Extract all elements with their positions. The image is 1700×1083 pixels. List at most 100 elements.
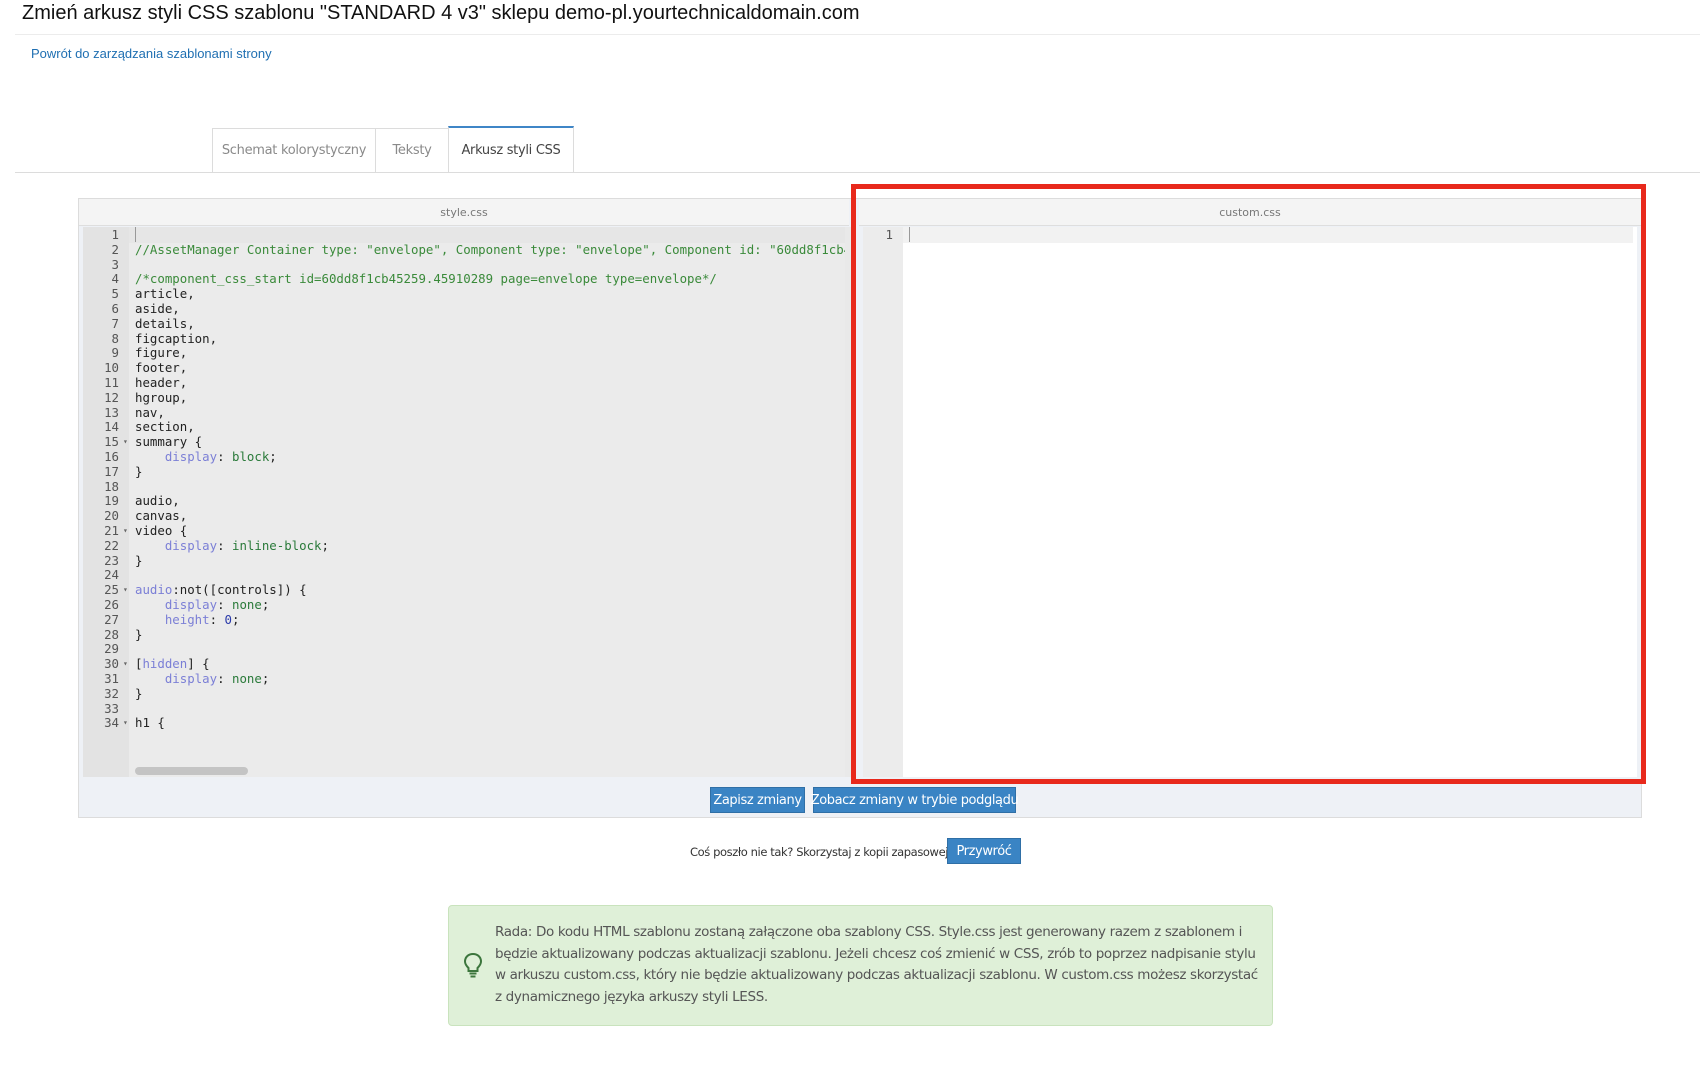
line-number: 8 (111, 330, 119, 346)
code-line: 25 ▾ audio:not([controls]) { (83, 582, 845, 598)
code-text: summary { (135, 434, 203, 450)
code-line: 16 display: block; (83, 449, 845, 465)
line-number: 26 (104, 597, 119, 612)
line-number: 3 (111, 256, 119, 272)
save-button[interactable]: Zapisz zmiany (710, 787, 805, 813)
custom-css-gutter (863, 227, 903, 777)
code-line: 6 aside, (83, 301, 845, 317)
code-line: 20 canvas, (83, 508, 845, 524)
code-line: 15 ▾ summary { (83, 434, 845, 450)
lightbulb-icon (463, 952, 483, 978)
page-title: Zmień arkusz styli CSS szablonu "STANDAR… (22, 2, 860, 24)
code-text: display: none; (164, 597, 270, 612)
code-line: 13 nav, (83, 405, 845, 421)
line-number: 34 (104, 715, 119, 731)
line-number: 32 (104, 685, 119, 701)
code-text: h1 { (135, 715, 165, 731)
code-line: 14 section, (83, 419, 845, 435)
fold-toggle-icon[interactable]: ▾ (123, 523, 131, 539)
title-divider (15, 34, 1700, 35)
code-text: header, (135, 375, 188, 390)
code-text: audio:not([controls]) { (135, 582, 307, 598)
line-number: 18 (104, 478, 119, 494)
code-line: 12 hgroup, (83, 390, 845, 406)
tab-css-stylesheet[interactable]: Arkusz styli CSS (448, 126, 574, 172)
code-line: 11 header, (83, 375, 845, 391)
fold-toggle-icon[interactable]: ▾ (123, 715, 131, 731)
code-text: height: 0; (164, 611, 240, 627)
tip-text: Rada: Do kodu HTML szablonu zostaną załą… (495, 924, 1258, 1006)
fold-toggle-icon[interactable]: ▾ (123, 656, 131, 672)
line-number: 13 (104, 404, 119, 420)
code-text: footer, (135, 360, 188, 376)
style-css-editor[interactable]: 1 2 //AssetManager Container type: "envelo… (83, 227, 845, 777)
code-line: 34 ▾ h1 { (83, 715, 845, 731)
custom-css-header: custom.css (859, 199, 1641, 226)
code-line: 27 height: 0; (83, 612, 845, 628)
code-line: 18 (83, 479, 845, 495)
line-number: 24 (104, 567, 119, 583)
line-number: 17 (104, 463, 119, 479)
code-text: } (135, 552, 143, 568)
code-text: canvas, (135, 508, 188, 524)
code-text: article, (135, 286, 195, 302)
code-line: 2 //AssetManager Container type: "envelop… (83, 242, 845, 258)
code-text: figcaption, (135, 330, 218, 346)
code-line: 4 /*component_css_start id=60dd8f1cb45259… (83, 271, 845, 287)
code-line: 1 (863, 227, 1637, 243)
style-css-header: style.css (79, 199, 849, 226)
code-line: 10 footer, (83, 360, 845, 376)
line-number: 28 (104, 626, 119, 642)
preview-button[interactable]: Zobacz zmiany w trybie podglądu (811, 787, 1019, 813)
code-text: [hidden] { (135, 656, 210, 672)
code-text: } (135, 626, 143, 642)
code-line: 28} (83, 627, 845, 643)
editors-panel: style.css custom.css 1 2//AssetManager Co… (78, 198, 1642, 818)
code-line: 33 (83, 701, 845, 717)
line-number: 31 (104, 671, 119, 686)
fold-toggle-icon[interactable]: ▾ (123, 434, 131, 450)
tab-texts[interactable]: Teksty (375, 128, 449, 172)
line-number: 22 (104, 537, 119, 553)
custom-css-editor[interactable]: 1 (863, 227, 1637, 777)
line-number: 2 (111, 241, 119, 257)
code-line: 5 article, (83, 286, 845, 302)
code-line: 8 figcaption, (83, 331, 845, 347)
code-text: video { (135, 523, 188, 538)
tip-alert: Rada: Do kodu HTML szablonu zostaną załą… (448, 905, 1273, 1026)
fold-toggle-icon[interactable]: ▾ (123, 582, 131, 598)
line-number: 1 (885, 227, 893, 242)
text-cursor (909, 227, 910, 242)
line-number: 30 (104, 656, 119, 672)
line-number: 23 (104, 552, 119, 568)
code-text: figure, (135, 345, 188, 361)
code-text: display: block; (164, 449, 277, 464)
code-text: aside, (135, 301, 180, 316)
code-text: section, (135, 419, 195, 435)
vertical-scrollbar[interactable] (845, 227, 853, 777)
code-line: 26 display: none; (83, 597, 845, 613)
line-number: 19 (104, 493, 119, 509)
code-text: } (135, 685, 143, 701)
code-line: 1 (83, 227, 845, 243)
line-number: 7 (111, 315, 119, 331)
line-number: 1 (111, 227, 119, 242)
line-number: 33 (104, 700, 119, 716)
code-line: 24 (83, 567, 845, 583)
code-line: 30 ▾ [hidden] { (83, 656, 845, 672)
text-cursor (135, 227, 136, 242)
line-number: 14 (104, 419, 119, 435)
restore-button[interactable]: Przywróć (947, 838, 1021, 864)
tab-color-scheme[interactable]: Schemat kolorystyczny (212, 128, 376, 172)
code-line: 17} (83, 464, 845, 480)
code-line: 9 figure, (83, 345, 845, 361)
line-number: 10 (104, 360, 119, 376)
code-text: audio, (135, 493, 180, 509)
code-line: 7 details, (83, 316, 845, 332)
line-number: 11 (104, 375, 119, 390)
horizontal-scrollbar[interactable] (135, 767, 248, 775)
code-line: 22 display: inline-block; (83, 538, 845, 554)
code-line: 29 (83, 641, 845, 657)
back-to-templates-link[interactable]: Powrót do zarządzania szablonami strony (31, 46, 272, 61)
code-text: } (135, 463, 143, 479)
